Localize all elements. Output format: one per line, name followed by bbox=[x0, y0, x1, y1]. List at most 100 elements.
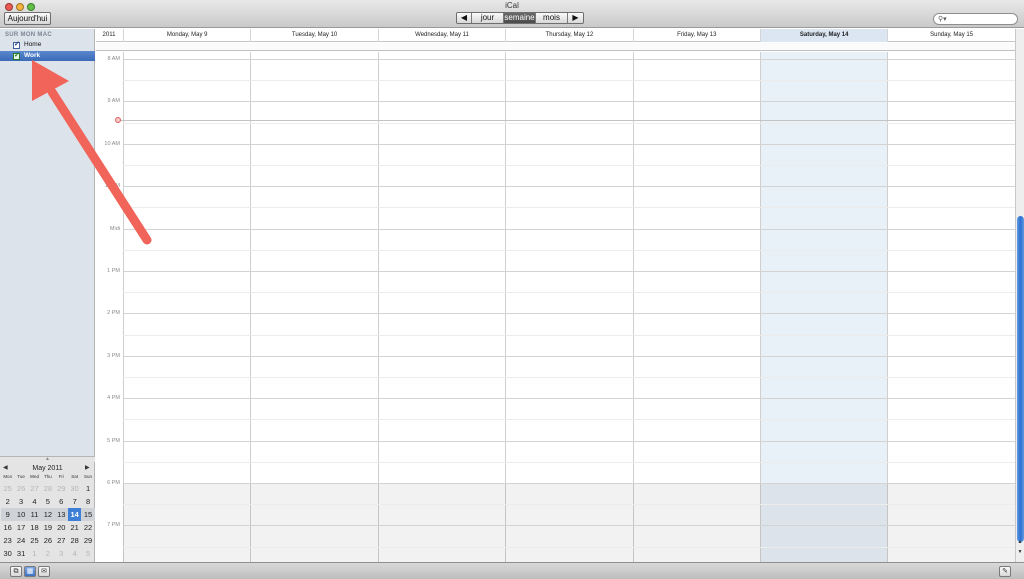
view-switcher: ◀ jour semaine mois ▶ bbox=[456, 12, 584, 24]
day-header[interactable]: Sunday, May 15 bbox=[887, 29, 1014, 42]
mini-day-cell[interactable]: 8 bbox=[81, 495, 94, 508]
mini-day-cell[interactable]: 4 bbox=[68, 547, 81, 560]
mini-day-cell[interactable]: 30 bbox=[68, 482, 81, 495]
day-header[interactable]: Monday, May 9 bbox=[123, 29, 250, 42]
day-header[interactable]: Tuesday, May 10 bbox=[250, 29, 377, 42]
show-calendars-button[interactable]: ⧉ bbox=[10, 566, 22, 577]
current-time-marker bbox=[115, 117, 121, 123]
mini-month-calendar: ◀ May 2011 ▶ Mon Tue Wed Thu Fri Sat Sun… bbox=[0, 462, 95, 562]
calendar-checkbox-home[interactable] bbox=[13, 40, 20, 50]
day-header[interactable]: Thursday, May 12 bbox=[505, 29, 632, 42]
vertical-scrollbar[interactable]: ▲ ▼ bbox=[1015, 29, 1024, 562]
hour-line bbox=[123, 186, 1015, 188]
search-field[interactable]: ⚲▾ bbox=[933, 13, 1018, 25]
notifications-button[interactable]: ✉ bbox=[38, 566, 50, 577]
day-header[interactable]: Friday, May 13 bbox=[632, 29, 760, 42]
mini-day-cell[interactable]: 18 bbox=[28, 521, 41, 534]
all-day-row[interactable] bbox=[96, 43, 1015, 51]
hour-line bbox=[123, 483, 1015, 484]
week-time-grid[interactable]: 8 AM 9 AM 10 AM 11 AM Midi 1 PM 2 PM 3 PM 4 PM 5 … bbox=[96, 52, 1015, 562]
mini-day-cell[interactable]: 6 bbox=[55, 495, 68, 508]
scrollbar-thumb[interactable] bbox=[1017, 216, 1024, 542]
mini-weekday: Sat bbox=[71, 474, 79, 479]
bottom-bar: ⧉ ▦ ✉ ✎ bbox=[0, 562, 1024, 579]
mini-day-cell[interactable]: 15 bbox=[81, 508, 95, 521]
mini-day-cell[interactable]: 12 bbox=[41, 508, 55, 521]
mini-day-cell[interactable]: 2 bbox=[1, 495, 14, 508]
view-month-tab[interactable]: mois bbox=[536, 13, 568, 23]
calendar-item-home[interactable]: Home bbox=[0, 40, 95, 50]
mini-month-title: May 2011 bbox=[32, 465, 63, 472]
hour-label: 8 AM bbox=[107, 56, 120, 62]
toolbar: iCal Aujourd'hui ◀ jour semaine mois ▶ ⚲… bbox=[0, 0, 1024, 28]
mini-day-cell[interactable]: 22 bbox=[81, 521, 94, 534]
mini-day-cell[interactable]: 26 bbox=[41, 534, 54, 547]
mini-day-cell[interactable]: 2 bbox=[41, 547, 54, 560]
previous-week-button[interactable]: ◀ bbox=[457, 13, 472, 23]
mini-day-cell[interactable]: 21 bbox=[68, 521, 81, 534]
mini-day-cell[interactable]: 19 bbox=[41, 521, 54, 534]
half-hour-line bbox=[123, 377, 1015, 378]
view-day-tab[interactable]: jour bbox=[472, 13, 504, 23]
mini-day-cell[interactable]: 20 bbox=[55, 521, 68, 534]
mini-day-cell[interactable]: 9 bbox=[1, 508, 15, 521]
mini-weekday: Wed bbox=[29, 474, 40, 479]
hour-line bbox=[123, 143, 1015, 145]
mini-day-cell[interactable]: 10 bbox=[14, 508, 28, 521]
mini-day-cell[interactable]: 25 bbox=[1, 482, 14, 495]
ical-window: iCal Aujourd'hui ◀ jour semaine mois ▶ ⚲… bbox=[0, 0, 1024, 579]
mini-day-cell[interactable]: 7 bbox=[68, 495, 81, 508]
hour-label: 5 PM bbox=[107, 437, 120, 444]
hour-line bbox=[123, 228, 1015, 230]
mini-day-cell[interactable]: 26 bbox=[14, 482, 27, 495]
mini-weekday: Tue bbox=[17, 474, 25, 479]
mini-day-cell[interactable]: 3 bbox=[55, 547, 68, 560]
day-header[interactable]: Wednesday, May 11 bbox=[377, 29, 505, 42]
mini-day-cell[interactable]: 29 bbox=[81, 534, 94, 547]
half-hour-line bbox=[123, 122, 1015, 124]
calendar-checkbox-work[interactable] bbox=[13, 51, 20, 61]
mini-day-cell[interactable]: 27 bbox=[55, 534, 68, 547]
mini-day-cell[interactable]: 13 bbox=[54, 508, 68, 521]
hour-label: 1 PM bbox=[107, 268, 120, 274]
half-hour-line bbox=[123, 165, 1015, 166]
mini-day-cell[interactable]: 14 bbox=[67, 508, 82, 521]
mini-day-cell[interactable]: 28 bbox=[41, 482, 54, 495]
hour-line bbox=[123, 313, 1015, 315]
mini-day-cell[interactable]: 5 bbox=[41, 495, 54, 508]
today-button[interactable]: Aujourd'hui bbox=[4, 12, 51, 25]
mini-day-cell[interactable]: 31 bbox=[14, 547, 27, 560]
half-hour-line bbox=[123, 80, 1015, 82]
mini-month-toggle-button[interactable]: ▦ bbox=[24, 566, 36, 577]
mini-day-cell[interactable]: 25 bbox=[28, 534, 41, 547]
scroll-up-arrow-icon[interactable]: ▲ bbox=[1016, 539, 1024, 545]
mini-weekday: Sun bbox=[84, 474, 93, 479]
day-header[interactable]: Saturday, May 14 bbox=[760, 29, 888, 42]
mini-day-cell[interactable]: 17 bbox=[14, 521, 27, 534]
mini-day-cell[interactable]: 16 bbox=[1, 521, 14, 534]
mini-day-cell[interactable]: 1 bbox=[28, 547, 41, 560]
mini-weekday-header: Mon Tue Wed Thu Fri Sat Sun bbox=[1, 474, 95, 479]
mini-day-cell[interactable]: 11 bbox=[27, 508, 42, 521]
mini-day-cell[interactable]: 4 bbox=[28, 495, 41, 508]
mini-weekday: Thu bbox=[43, 474, 52, 479]
mini-day-cell[interactable]: 24 bbox=[14, 534, 27, 547]
mini-day-cell[interactable]: 29 bbox=[55, 482, 68, 495]
scroll-down-arrow-icon[interactable]: ▼ bbox=[1016, 549, 1024, 555]
calendar-item-work[interactable]: Work bbox=[0, 51, 95, 61]
half-hour-line bbox=[123, 504, 1015, 506]
mini-day-cell[interactable]: 3 bbox=[14, 495, 27, 508]
mini-day-cell[interactable]: 28 bbox=[68, 534, 81, 547]
mini-next-month-button[interactable]: ▶ bbox=[85, 464, 90, 471]
mini-day-cell[interactable]: 5 bbox=[81, 547, 94, 560]
window-title: iCal bbox=[505, 1, 519, 10]
next-week-button[interactable]: ▶ bbox=[568, 13, 583, 23]
pin-icon[interactable]: ✎ bbox=[999, 566, 1011, 577]
half-hour-line bbox=[123, 334, 1015, 336]
mini-day-cell[interactable]: 23 bbox=[1, 534, 14, 547]
mini-day-cell[interactable]: 1 bbox=[81, 482, 94, 495]
mini-day-cell[interactable]: 27 bbox=[28, 482, 41, 495]
view-week-tab[interactable]: semaine bbox=[504, 13, 536, 23]
hour-label: 4 PM bbox=[107, 395, 120, 402]
mini-day-cell[interactable]: 30 bbox=[1, 547, 14, 560]
